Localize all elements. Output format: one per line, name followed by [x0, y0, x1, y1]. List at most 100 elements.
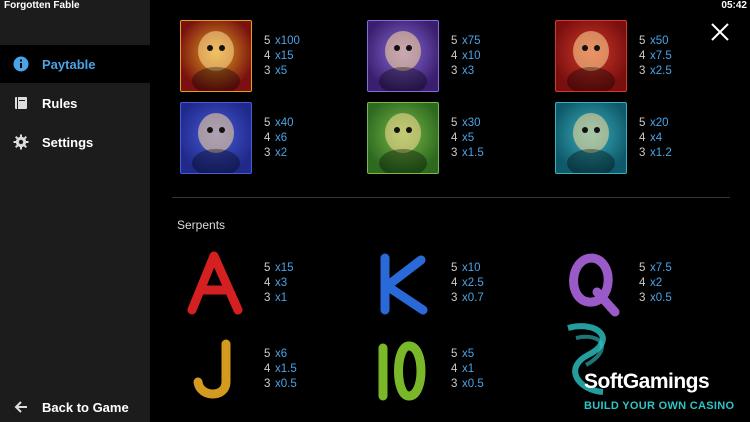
payout-count: 5	[264, 35, 271, 47]
sidebar-item-rules[interactable]: Rules	[0, 84, 150, 122]
payout-multiplier: x7.5	[650, 262, 672, 274]
payout-count: 3	[451, 292, 458, 304]
payout-row: 4 x10	[451, 49, 481, 64]
payout-multiplier: x0.7	[462, 292, 484, 304]
payout-list: 5 x20 4 x4 3 x1.2	[639, 116, 672, 161]
payout-multiplier: x100	[275, 35, 300, 47]
arrow-left-icon	[13, 399, 29, 415]
payout-count: 5	[264, 117, 271, 129]
payout-multiplier: x0.5	[275, 378, 297, 390]
payout-row: 3 x1.5	[451, 146, 484, 161]
payout-row: 5 x5	[451, 347, 484, 362]
payout-row: 5 x7.5	[639, 261, 672, 276]
payout-multiplier: x3	[462, 65, 475, 77]
sidebar-item-settings[interactable]: Settings	[0, 123, 150, 161]
clock: 05:42	[721, 0, 747, 11]
back-to-game-button[interactable]: Back to Game	[0, 395, 150, 419]
payout-row: 5 x100	[264, 34, 300, 49]
symbol-zombie-king	[367, 20, 439, 92]
payout-count: 5	[451, 117, 458, 129]
payout-count: 3	[264, 292, 271, 304]
watermark-name: SoftGamings	[584, 370, 710, 393]
payout-count: 3	[451, 378, 458, 390]
symbol-tree-man	[367, 102, 439, 174]
payout-row: 4 x4	[639, 131, 672, 146]
payout-count: 4	[451, 50, 458, 62]
payout-multiplier: x2	[650, 277, 663, 289]
payout-row: 4 x2.5	[451, 276, 484, 291]
payout-list: 5 x15 4 x3 3 x1	[264, 261, 294, 306]
payout-row: 4 x7.5	[639, 49, 672, 64]
payout-list: 5 x75 4 x10 3 x3	[451, 34, 481, 79]
payout-multiplier: x5	[275, 65, 288, 77]
payout-count: 3	[639, 292, 646, 304]
payout-row: 3 x2.5	[639, 64, 672, 79]
payout-count: 3	[264, 147, 271, 159]
symbol-serpent-q	[569, 253, 620, 317]
payout-count: 3	[639, 147, 646, 159]
payout-multiplier: x75	[462, 35, 481, 47]
payout-count: 3	[451, 147, 458, 159]
sidebar-item-label: Paytable	[42, 56, 96, 72]
payout-row: 5 x30	[451, 116, 484, 131]
payout-row: 4 x1.5	[264, 362, 297, 377]
symbol-serpent-10	[378, 341, 426, 401]
payout-row: 3 x0.5	[639, 291, 672, 306]
payout-row: 5 x6	[264, 347, 297, 362]
payout-list: 5 x40 4 x6 3 x2	[264, 116, 294, 161]
payout-count: 4	[639, 50, 646, 62]
payout-count: 5	[264, 262, 271, 274]
payout-multiplier: x5	[462, 132, 475, 144]
payout-multiplier: x20	[650, 117, 669, 129]
symbol-serpent-a	[187, 251, 243, 315]
back-to-game-label: Back to Game	[42, 399, 129, 415]
payout-list: 5 x5 4 x1 3 x0.5	[451, 347, 484, 392]
payout-row: 5 x50	[639, 34, 672, 49]
payout-multiplier: x10	[462, 262, 481, 274]
payout-count: 5	[639, 117, 646, 129]
payout-multiplier: x7.5	[650, 50, 672, 62]
payout-count: 5	[451, 348, 458, 360]
sidebar-item-label: Rules	[42, 95, 78, 111]
payout-count: 5	[639, 35, 646, 47]
payout-row: 4 x2	[639, 276, 672, 291]
payout-row: 4 x1	[451, 362, 484, 377]
section-title: Serpents	[177, 218, 226, 232]
payout-multiplier: x2	[275, 147, 288, 159]
gear-icon	[13, 134, 29, 150]
close-button[interactable]	[710, 22, 730, 42]
payout-multiplier: x1.2	[650, 147, 672, 159]
payout-count: 4	[264, 50, 271, 62]
payout-multiplier: x1.5	[275, 363, 297, 375]
payout-count: 3	[264, 65, 271, 77]
payout-count: 4	[451, 363, 458, 375]
info-icon	[13, 56, 29, 72]
payout-count: 4	[264, 363, 271, 375]
payout-list: 5 x30 4 x5 3 x1.5	[451, 116, 484, 161]
payout-multiplier: x15	[275, 262, 294, 274]
payout-list: 5 x7.5 4 x2 3 x0.5	[639, 261, 672, 306]
sidebar-item-paytable[interactable]: Paytable	[0, 45, 150, 83]
payout-count: 4	[639, 132, 646, 144]
payout-multiplier: x2.5	[462, 277, 484, 289]
payout-count: 3	[451, 65, 458, 77]
sidebar: Paytable Rules Settings Back to Game	[0, 0, 150, 422]
payout-row: 3 x1	[264, 291, 294, 306]
symbol-serpent-j	[193, 339, 231, 399]
payout-count: 4	[264, 277, 271, 289]
payout-multiplier: x40	[275, 117, 294, 129]
payout-count: 5	[451, 262, 458, 274]
payout-list: 5 x6 4 x1.5 3 x0.5	[264, 347, 297, 392]
payout-row: 4 x5	[451, 131, 484, 146]
payout-multiplier: x50	[650, 35, 669, 47]
payout-multiplier: x30	[462, 117, 481, 129]
payout-count: 5	[639, 262, 646, 274]
sidebar-item-label: Settings	[42, 134, 94, 150]
app-title: Forgotten Fable	[4, 0, 80, 11]
payout-row: 5 x10	[451, 261, 484, 276]
symbol-frog-hero	[555, 20, 627, 92]
payout-count: 4	[639, 277, 646, 289]
payout-multiplier: x0.5	[650, 292, 672, 304]
payout-multiplier: x5	[462, 348, 475, 360]
payout-row: 5 x40	[264, 116, 294, 131]
